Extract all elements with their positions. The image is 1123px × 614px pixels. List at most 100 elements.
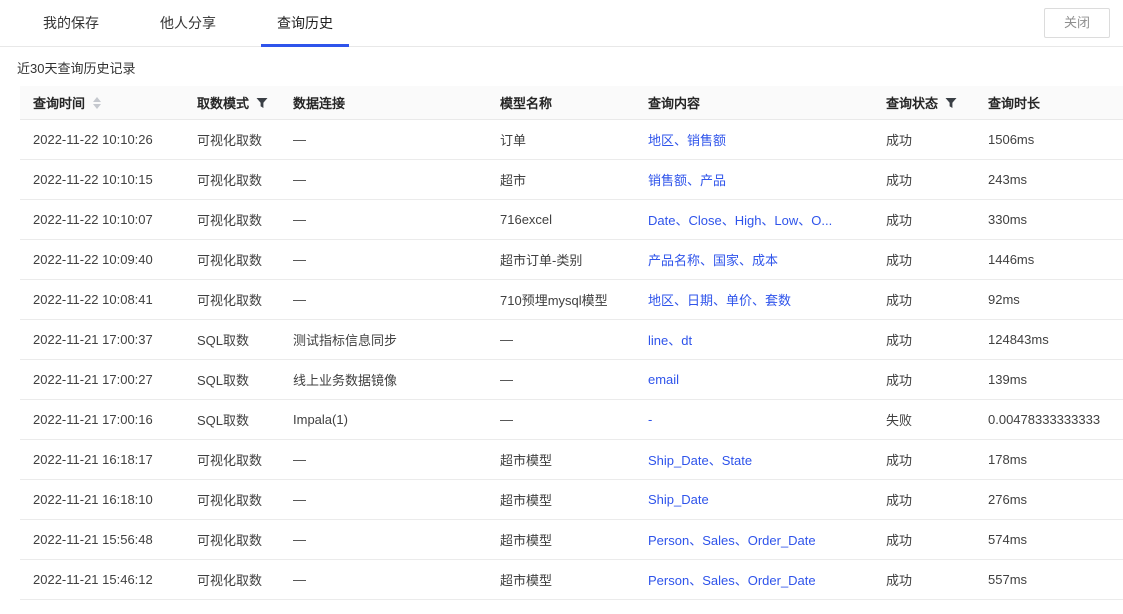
cell-query-status: 成功 xyxy=(873,210,975,229)
column-label: 数据连接 xyxy=(293,93,345,112)
cell-query-time: 2022-11-22 10:10:15 xyxy=(20,172,184,187)
cell-data-connection: — xyxy=(280,452,487,467)
cell-fetch-mode: SQL取数 xyxy=(184,330,280,349)
cell-fetch-mode: 可视化取数 xyxy=(184,130,280,149)
query-content-link[interactable]: Date、Close、High、Low、O... xyxy=(648,210,832,229)
table-row: 2022-11-21 15:56:48 可视化取数 — 超市模型 Person、… xyxy=(20,520,1123,560)
cell-query-status: 成功 xyxy=(873,570,975,589)
filter-icon[interactable] xyxy=(256,97,268,109)
tab-shared-by-others[interactable]: 他人分享 xyxy=(144,0,232,46)
cell-data-connection: — xyxy=(280,132,487,147)
table-row: 2022-11-22 10:10:26 可视化取数 — 订单 地区、销售额 成功… xyxy=(20,120,1123,160)
cell-fetch-mode: SQL取数 xyxy=(184,410,280,429)
cell-data-connection: — xyxy=(280,292,487,307)
cell-query-status: 成功 xyxy=(873,530,975,549)
cell-fetch-mode: SQL取数 xyxy=(184,370,280,389)
query-content-link[interactable]: line、dt xyxy=(648,330,692,349)
tab-my-saves[interactable]: 我的保存 xyxy=(27,0,115,46)
cell-data-connection: Impala(1) xyxy=(280,412,487,427)
cell-fetch-mode: 可视化取数 xyxy=(184,450,280,469)
cell-query-time: 2022-11-22 10:10:07 xyxy=(20,212,184,227)
cell-query-duration: 574ms xyxy=(975,532,1123,547)
table-row: 2022-11-21 17:00:37 SQL取数 测试指标信息同步 — lin… xyxy=(20,320,1123,360)
cell-data-connection: 测试指标信息同步 xyxy=(280,330,487,349)
cell-query-content: email xyxy=(635,372,873,387)
query-content-link[interactable]: email xyxy=(648,372,679,387)
cell-query-status: 失败 xyxy=(873,410,975,429)
table-row: 2022-11-22 10:10:07 可视化取数 — 716excel Dat… xyxy=(20,200,1123,240)
query-content-link[interactable]: Person、Sales、Order_Date xyxy=(648,570,816,589)
column-label: 查询内容 xyxy=(648,93,700,112)
caret-up-icon xyxy=(93,97,101,102)
cell-query-time: 2022-11-21 17:00:27 xyxy=(20,372,184,387)
cell-query-content: 销售额、产品 xyxy=(635,170,873,189)
cell-fetch-mode: 可视化取数 xyxy=(184,210,280,229)
cell-query-duration: 1446ms xyxy=(975,252,1123,267)
cell-model-name: 订单 xyxy=(487,130,635,149)
query-content-link[interactable]: 地区、日期、单价、套数 xyxy=(648,290,791,309)
cell-query-content: line、dt xyxy=(635,330,873,349)
tab-query-history[interactable]: 查询历史 xyxy=(261,0,349,46)
column-header-fetch-mode: 取数模式 xyxy=(184,93,280,112)
cell-fetch-mode: 可视化取数 xyxy=(184,530,280,549)
cell-query-content: 地区、日期、单价、套数 xyxy=(635,290,873,309)
table-body: 2022-11-22 10:10:26 可视化取数 — 订单 地区、销售额 成功… xyxy=(20,120,1123,600)
cell-query-time: 2022-11-21 15:46:12 xyxy=(20,572,184,587)
close-button[interactable]: 关闭 xyxy=(1044,8,1110,38)
cell-query-duration: 124843ms xyxy=(975,332,1123,347)
column-header-data-connection: 数据连接 xyxy=(280,93,487,112)
cell-query-time: 2022-11-21 17:00:16 xyxy=(20,412,184,427)
column-header-model-name: 模型名称 xyxy=(487,93,635,112)
filter-icon[interactable] xyxy=(945,97,957,109)
cell-model-name: — xyxy=(487,332,635,347)
tab-label: 查询历史 xyxy=(277,13,333,33)
cell-fetch-mode: 可视化取数 xyxy=(184,570,280,589)
query-content-link[interactable]: Person、Sales、Order_Date xyxy=(648,530,816,549)
tab-bar: 我的保存 他人分享 查询历史 关闭 xyxy=(0,0,1123,47)
tab-label: 我的保存 xyxy=(43,13,99,33)
table-header-row: 查询时间 取数模式 数据连接 模型名称 查询内容 xyxy=(20,86,1123,120)
sort-icon[interactable] xyxy=(93,97,101,109)
cell-model-name: 超市订单-类别 xyxy=(487,250,635,269)
query-content-link[interactable]: 地区、销售额 xyxy=(648,130,726,149)
cell-model-name: 超市模型 xyxy=(487,450,635,469)
cell-query-time: 2022-11-21 15:56:48 xyxy=(20,532,184,547)
cell-query-content: Ship_Date xyxy=(635,492,873,507)
query-content-link[interactable]: 销售额、产品 xyxy=(648,170,726,189)
cell-fetch-mode: 可视化取数 xyxy=(184,170,280,189)
cell-model-name: 710预埋mysql模型 xyxy=(487,290,635,309)
table-row: 2022-11-21 15:46:12 可视化取数 — 超市模型 Person、… xyxy=(20,560,1123,600)
cell-query-time: 2022-11-21 16:18:17 xyxy=(20,452,184,467)
column-header-query-time: 查询时间 xyxy=(20,93,184,112)
cell-query-duration: 243ms xyxy=(975,172,1123,187)
table-row: 2022-11-22 10:09:40 可视化取数 — 超市订单-类别 产品名称… xyxy=(20,240,1123,280)
column-label: 取数模式 xyxy=(197,93,249,112)
cell-query-content: Date、Close、High、Low、O... xyxy=(635,210,873,229)
query-content-link[interactable]: 产品名称、国家、成本 xyxy=(648,250,778,269)
cell-fetch-mode: 可视化取数 xyxy=(184,290,280,309)
cell-query-status: 成功 xyxy=(873,130,975,149)
cell-data-connection: — xyxy=(280,252,487,267)
table-row: 2022-11-22 10:10:15 可视化取数 — 超市 销售额、产品 成功… xyxy=(20,160,1123,200)
cell-query-content: 产品名称、国家、成本 xyxy=(635,250,873,269)
cell-model-name: 716excel xyxy=(487,212,635,227)
cell-query-content: - xyxy=(635,412,873,427)
query-content-link[interactable]: - xyxy=(648,412,652,427)
history-subtitle: 近30天查询历史记录 xyxy=(17,58,1123,77)
cell-data-connection: — xyxy=(280,532,487,547)
column-label: 模型名称 xyxy=(500,93,552,112)
query-content-link[interactable]: Ship_Date、State xyxy=(648,450,752,469)
cell-query-duration: 276ms xyxy=(975,492,1123,507)
query-history-table: 查询时间 取数模式 数据连接 模型名称 查询内容 xyxy=(20,86,1123,600)
column-label: 查询时间 xyxy=(33,93,85,112)
query-content-link[interactable]: Ship_Date xyxy=(648,492,709,507)
cell-query-content: Person、Sales、Order_Date xyxy=(635,530,873,549)
table-row: 2022-11-21 17:00:27 SQL取数 线上业务数据镜像 — ema… xyxy=(20,360,1123,400)
cell-query-status: 成功 xyxy=(873,370,975,389)
cell-query-time: 2022-11-22 10:09:40 xyxy=(20,252,184,267)
cell-model-name: — xyxy=(487,412,635,427)
query-history-table-wrapper: 查询时间 取数模式 数据连接 模型名称 查询内容 xyxy=(0,86,1123,600)
cell-query-content: 地区、销售额 xyxy=(635,130,873,149)
table-row: 2022-11-21 16:18:10 可视化取数 — 超市模型 Ship_Da… xyxy=(20,480,1123,520)
cell-model-name: 超市模型 xyxy=(487,530,635,549)
